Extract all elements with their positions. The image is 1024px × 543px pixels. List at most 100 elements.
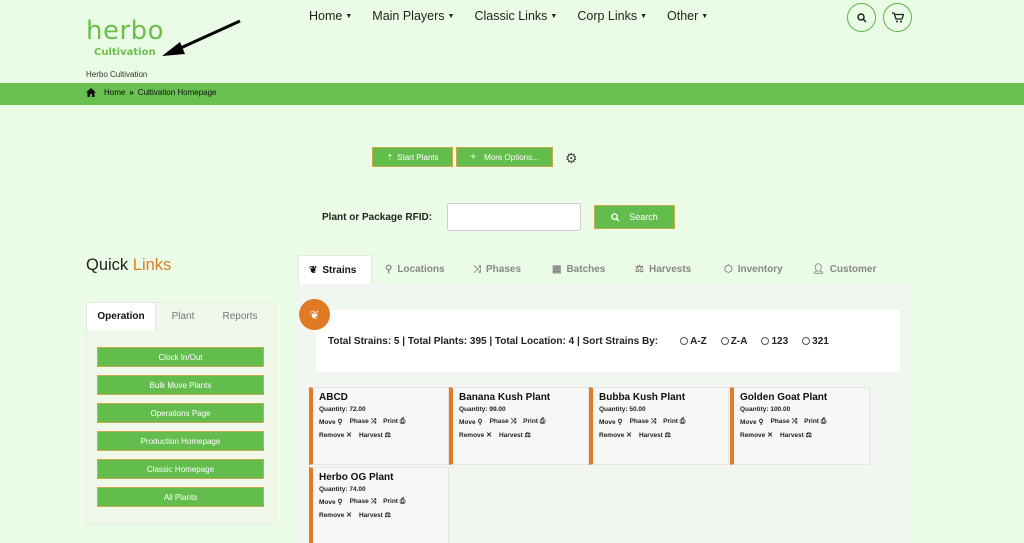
strain-summary: Total Strains: 5 | Total Plants: 395 | T…	[316, 310, 900, 372]
tab-inventory[interactable]: ⬡ Inventory	[724, 255, 783, 284]
chevron-down-icon: ▼	[701, 12, 709, 20]
remove-link[interactable]: Remove ✕	[319, 511, 352, 519]
shuffle-icon: ⤨	[791, 418, 798, 425]
tab-reports[interactable]: Reports	[212, 302, 268, 330]
nav-home[interactable]: Home ▼	[309, 9, 352, 23]
rfid-input[interactable]	[447, 203, 581, 231]
nav-corp-links[interactable]: Corp Links ▼	[577, 9, 647, 23]
sort-radio-321[interactable]: 321	[802, 336, 829, 347]
remove-link[interactable]: Remove ✕	[599, 431, 632, 439]
map-marker-icon: ⚲	[337, 419, 343, 426]
harvest-link[interactable]: Harvest ⚖	[639, 431, 671, 439]
user-icon: 👤︎	[812, 264, 825, 275]
print-link[interactable]: Print ⎙	[663, 418, 685, 426]
close-icon: ✕	[346, 512, 352, 519]
chevron-down-icon: ▼	[640, 12, 648, 20]
gear-icon[interactable]: ⚙	[565, 150, 578, 167]
print-link[interactable]: Print ⎙	[523, 418, 545, 426]
clock-in-out-button[interactable]: Clock In/Out	[97, 347, 264, 367]
strain-name: Golden Goat Plant	[740, 392, 828, 403]
move-link[interactable]: Move ⚲	[599, 418, 623, 426]
nav-main-players[interactable]: Main Players ▼	[372, 9, 454, 23]
cart-button[interactable]	[883, 3, 912, 32]
strain-quantity: Quantity: 100.00	[740, 406, 791, 413]
tab-batches[interactable]: ▦ Batches	[552, 255, 605, 284]
strain-quantity: Quantity: 50.00	[599, 406, 646, 413]
phase-link[interactable]: Phase ⤨	[490, 418, 517, 426]
tab-operation[interactable]: Operation	[86, 302, 156, 330]
harvest-link[interactable]: Harvest ⚖	[499, 431, 531, 439]
search-button[interactable]	[847, 3, 876, 32]
double-chevron-icon: »	[129, 88, 134, 97]
map-marker-icon: ⚲	[477, 419, 483, 426]
tab-strains[interactable]: ❦ Strains	[298, 255, 372, 284]
remove-link[interactable]: Remove ✕	[319, 431, 352, 439]
breadcrumb-home[interactable]: Home	[104, 88, 125, 97]
harvest-link[interactable]: Harvest ⚖	[359, 431, 391, 439]
scale-icon: ⚖	[805, 432, 812, 439]
production-homepage-button[interactable]: Production Homepage	[97, 431, 264, 451]
print-link[interactable]: Print ⎙	[804, 418, 826, 426]
search-rfid-button[interactable]: Search	[594, 205, 675, 229]
strain-name: Bubba Kush Plant	[599, 392, 686, 403]
remove-link[interactable]: Remove ✕	[459, 431, 492, 439]
tab-phases[interactable]: ⤨ Phases	[473, 255, 521, 284]
plus-icon: +	[470, 151, 477, 163]
shuffle-icon: ⤨	[510, 418, 517, 425]
operations-page-button[interactable]: Operations Page	[97, 403, 264, 423]
sort-radio-za[interactable]: Z-A	[720, 336, 747, 347]
home-icon	[86, 88, 96, 97]
breadcrumb: Home » Cultivation Homepage	[86, 88, 217, 97]
seedling-icon: ⇡	[386, 152, 394, 162]
phase-link[interactable]: Phase ⤨	[771, 418, 798, 426]
strain-name: Herbo OG Plant	[319, 472, 394, 483]
scale-icon: ⚖	[384, 432, 391, 439]
strain-quantity: Quantity: 74.00	[319, 486, 366, 493]
nav-other[interactable]: Other ▼	[667, 9, 708, 23]
more-options-button[interactable]: + More Options...	[456, 147, 553, 167]
strain-card: Golden Goat Plant Quantity: 100.00 Move …	[730, 387, 870, 465]
harvest-link[interactable]: Harvest ⚖	[359, 511, 391, 519]
nav-classic-links[interactable]: Classic Links ▼	[474, 9, 557, 23]
leaf-icon: ❦	[299, 299, 330, 330]
strain-quantity: Quantity: 72.00	[319, 406, 366, 413]
printer-icon: ⎙	[399, 498, 406, 505]
close-icon: ✕	[626, 432, 632, 439]
tab-customer[interactable]: 👤︎ Customer	[812, 255, 876, 284]
quick-links-title: Quick Links	[86, 256, 172, 274]
print-link[interactable]: Print ⎙	[383, 498, 405, 506]
sort-radio-az[interactable]: A-Z	[680, 336, 707, 347]
start-plants-button[interactable]: ⇡ Start Plants	[372, 147, 453, 167]
tab-harvests[interactable]: ⚖ Harvests	[635, 255, 691, 284]
printer-icon: ⎙	[539, 418, 546, 425]
close-icon: ✕	[486, 432, 492, 439]
move-link[interactable]: Move ⚲	[459, 418, 483, 426]
sort-radio-123[interactable]: 123	[761, 336, 788, 347]
tab-locations[interactable]: ⚲ Locations	[385, 255, 445, 284]
phase-link[interactable]: Phase ⤨	[630, 418, 657, 426]
print-link[interactable]: Print ⎙	[383, 418, 405, 426]
strain-name: ABCD	[319, 392, 348, 403]
printer-icon: ⎙	[820, 418, 827, 425]
shuffle-icon: ⤨	[650, 418, 657, 425]
classic-homepage-button[interactable]: Classic Homepage	[97, 459, 264, 479]
logo-subtitle: Cultivation	[94, 47, 156, 58]
grid-icon: ▦	[552, 264, 562, 275]
remove-link[interactable]: Remove ✕	[740, 431, 773, 439]
close-icon: ✕	[346, 432, 352, 439]
phase-link[interactable]: Phase ⤨	[350, 418, 377, 426]
chevron-down-icon: ▼	[447, 12, 455, 20]
all-plants-button[interactable]: All Plants	[97, 487, 264, 507]
chevron-down-icon: ▼	[550, 12, 558, 20]
move-link[interactable]: Move ⚲	[319, 418, 343, 426]
shuffle-icon: ⤨	[370, 498, 377, 505]
scale-icon: ⚖	[664, 432, 671, 439]
strain-card: Herbo OG Plant Quantity: 74.00 Move ⚲ Pha…	[309, 467, 449, 543]
move-link[interactable]: Move ⚲	[740, 418, 764, 426]
tab-plant[interactable]: Plant	[160, 302, 206, 330]
move-link[interactable]: Move ⚲	[319, 498, 343, 506]
harvest-link[interactable]: Harvest ⚖	[780, 431, 812, 439]
phase-link[interactable]: Phase ⤨	[350, 498, 377, 506]
logo[interactable]: herbo	[86, 18, 164, 44]
bulk-move-plants-button[interactable]: Bulk Move Plants	[97, 375, 264, 395]
